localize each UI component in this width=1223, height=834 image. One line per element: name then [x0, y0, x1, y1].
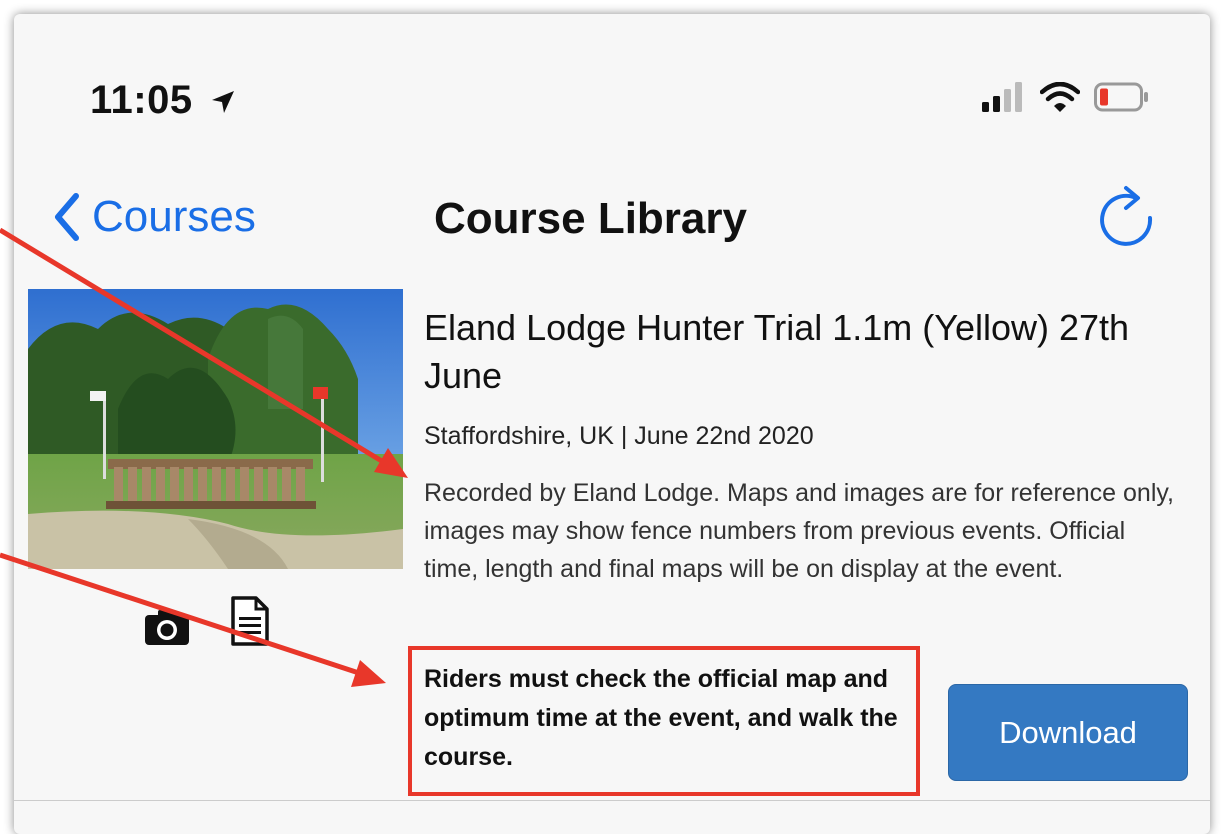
phone-screen: 11:05 Courses Course Library Eland Lodge…	[14, 14, 1210, 834]
status-time: 11:05	[90, 78, 236, 123]
status-icons	[982, 82, 1150, 112]
status-time-text: 11:05	[90, 78, 193, 122]
thumbnail-icons	[144, 596, 270, 646]
camera-icon[interactable]	[144, 608, 190, 646]
divider	[14, 800, 1210, 801]
riders-warning: Riders must check the official map and o…	[408, 646, 920, 796]
refresh-button[interactable]	[1098, 184, 1158, 261]
course-title[interactable]: Eland Lodge Hunter Trial 1.1m (Yellow) 2…	[424, 304, 1184, 400]
page-title: Course Library	[434, 194, 747, 243]
cellular-signal-icon	[982, 82, 1022, 112]
location-arrow-icon	[212, 91, 235, 114]
document-icon[interactable]	[230, 596, 270, 646]
course-thumbnail[interactable]	[28, 289, 403, 569]
chevron-left-icon	[55, 193, 79, 241]
back-button-label: Courses	[92, 192, 256, 241]
back-button[interactable]: Courses	[52, 192, 256, 242]
course-description: Recorded by Eland Lodge. Maps and images…	[424, 479, 1174, 583]
wifi-icon	[1040, 82, 1080, 112]
refresh-icon	[1100, 186, 1153, 246]
course-meta: Staffordshire, UK | June 22nd 2020	[424, 422, 814, 450]
battery-low-icon	[1094, 82, 1148, 112]
download-button[interactable]: Download	[948, 684, 1188, 781]
